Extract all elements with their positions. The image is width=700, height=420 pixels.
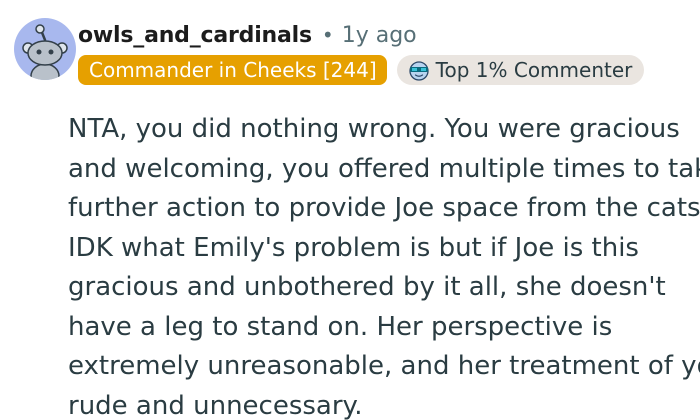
comment-line: NTA, you did nothing wrong. You were gra… (68, 114, 680, 144)
comment-line: and welcoming, you offered multiple time… (68, 153, 700, 184)
comment-timestamp[interactable]: 1y ago (342, 23, 417, 48)
snoo-avatar-icon (22, 24, 68, 80)
comment-meta: owls_and_cardinals • 1y ago (78, 18, 417, 52)
comment-line: further action to provide Joe space from… (68, 193, 700, 223)
top-badge-label: Top 1% Commenter (435, 58, 633, 82)
badge-row: Commander in Cheeks [244] Top 1% Comment… (78, 54, 645, 86)
comment-line: rude and unnecessary. (68, 390, 363, 420)
username-link[interactable]: owls_and_cardinals (78, 23, 312, 48)
comment-line: have a leg to stand on. Her perspective … (68, 311, 613, 342)
comment-line: gracious and unbothered by it all, she d… (68, 272, 666, 302)
top-commenter-badge[interactable]: Top 1% Commenter (396, 55, 645, 85)
meta-separator: • (321, 23, 334, 47)
comment-line: IDK what Emily's problem is but if Joe i… (68, 232, 639, 263)
comment-body: NTA, you did nothing wrong. You were gra… (68, 110, 700, 420)
avatar[interactable] (14, 18, 76, 80)
comment-line: extremely unreasonable, and her treatmen… (68, 351, 700, 381)
user-flair: Commander in Cheeks [244] (78, 55, 387, 85)
sunglasses-face-icon (407, 59, 431, 81)
